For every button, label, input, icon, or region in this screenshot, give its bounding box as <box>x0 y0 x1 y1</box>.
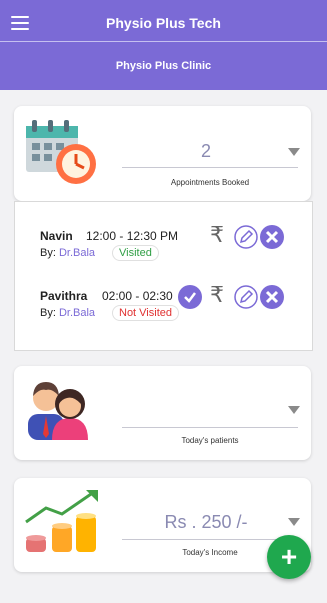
appointments-card[interactable]: 2 Appointments Booked <box>14 106 311 201</box>
list-item[interactable]: Navin 12:00 - 12:30 PM By: Dr.Bala Visit… <box>40 223 310 269</box>
plus-icon: + <box>280 541 298 572</box>
patients-card[interactable]: Today's patients <box>14 366 311 460</box>
appointment-actions: ₹ <box>178 283 310 311</box>
caret-down-icon[interactable] <box>288 518 300 526</box>
calendar-clock-icon <box>26 120 96 184</box>
appointment-time: 12:00 - 12:30 PM <box>86 229 179 243</box>
rupee-icon[interactable]: ₹ <box>210 283 224 308</box>
underline <box>122 167 298 168</box>
close-icon[interactable] <box>260 285 284 309</box>
clinic-name: Physio Plus Clinic <box>115 60 212 72</box>
app-title: Physio Plus Tech <box>106 15 221 31</box>
pencil-icon[interactable] <box>234 285 258 309</box>
booked-by: By: Dr.Bala <box>40 247 96 259</box>
appointments-caption: Appointments Booked <box>170 178 250 187</box>
status-badge: Visited <box>112 245 159 261</box>
appointment-time: 02:00 - 02:30 <box>102 289 173 303</box>
app-bar-divider <box>0 41 327 42</box>
list-item[interactable]: Pavithra 02:00 - 02:30 By: Dr.Bala Not V… <box>40 283 310 329</box>
doctor-name: Dr.Bala <box>58 247 96 259</box>
appointments-list: Navin 12:00 - 12:30 PM By: Dr.Bala Visit… <box>14 201 313 351</box>
underline <box>122 539 298 540</box>
income-amount: Rs . 250 /- <box>164 512 248 532</box>
appointments-count: 2 <box>200 141 211 161</box>
patients-icon <box>28 382 88 440</box>
booked-by: By: Dr.Bala <box>40 307 96 319</box>
pencil-icon[interactable] <box>234 225 258 249</box>
rupee-icon[interactable]: ₹ <box>210 223 224 248</box>
underline <box>122 427 298 428</box>
status-badge: Not Visited <box>112 305 179 321</box>
patient-name: Navin <box>40 229 73 243</box>
caret-down-icon[interactable] <box>288 406 300 414</box>
check-icon[interactable] <box>178 285 202 309</box>
income-growth-icon <box>25 490 98 552</box>
caret-down-icon[interactable] <box>288 148 300 156</box>
close-icon[interactable] <box>260 225 284 249</box>
appointment-actions: ₹ <box>210 223 310 251</box>
patients-caption: Today's patients <box>181 436 239 445</box>
patient-name: Pavithra <box>40 289 88 303</box>
doctor-name: Dr.Bala <box>58 307 96 319</box>
add-appointment-button[interactable]: + <box>267 535 311 579</box>
app-bar: Physio Plus Tech Physio Plus Clinic <box>0 0 327 90</box>
